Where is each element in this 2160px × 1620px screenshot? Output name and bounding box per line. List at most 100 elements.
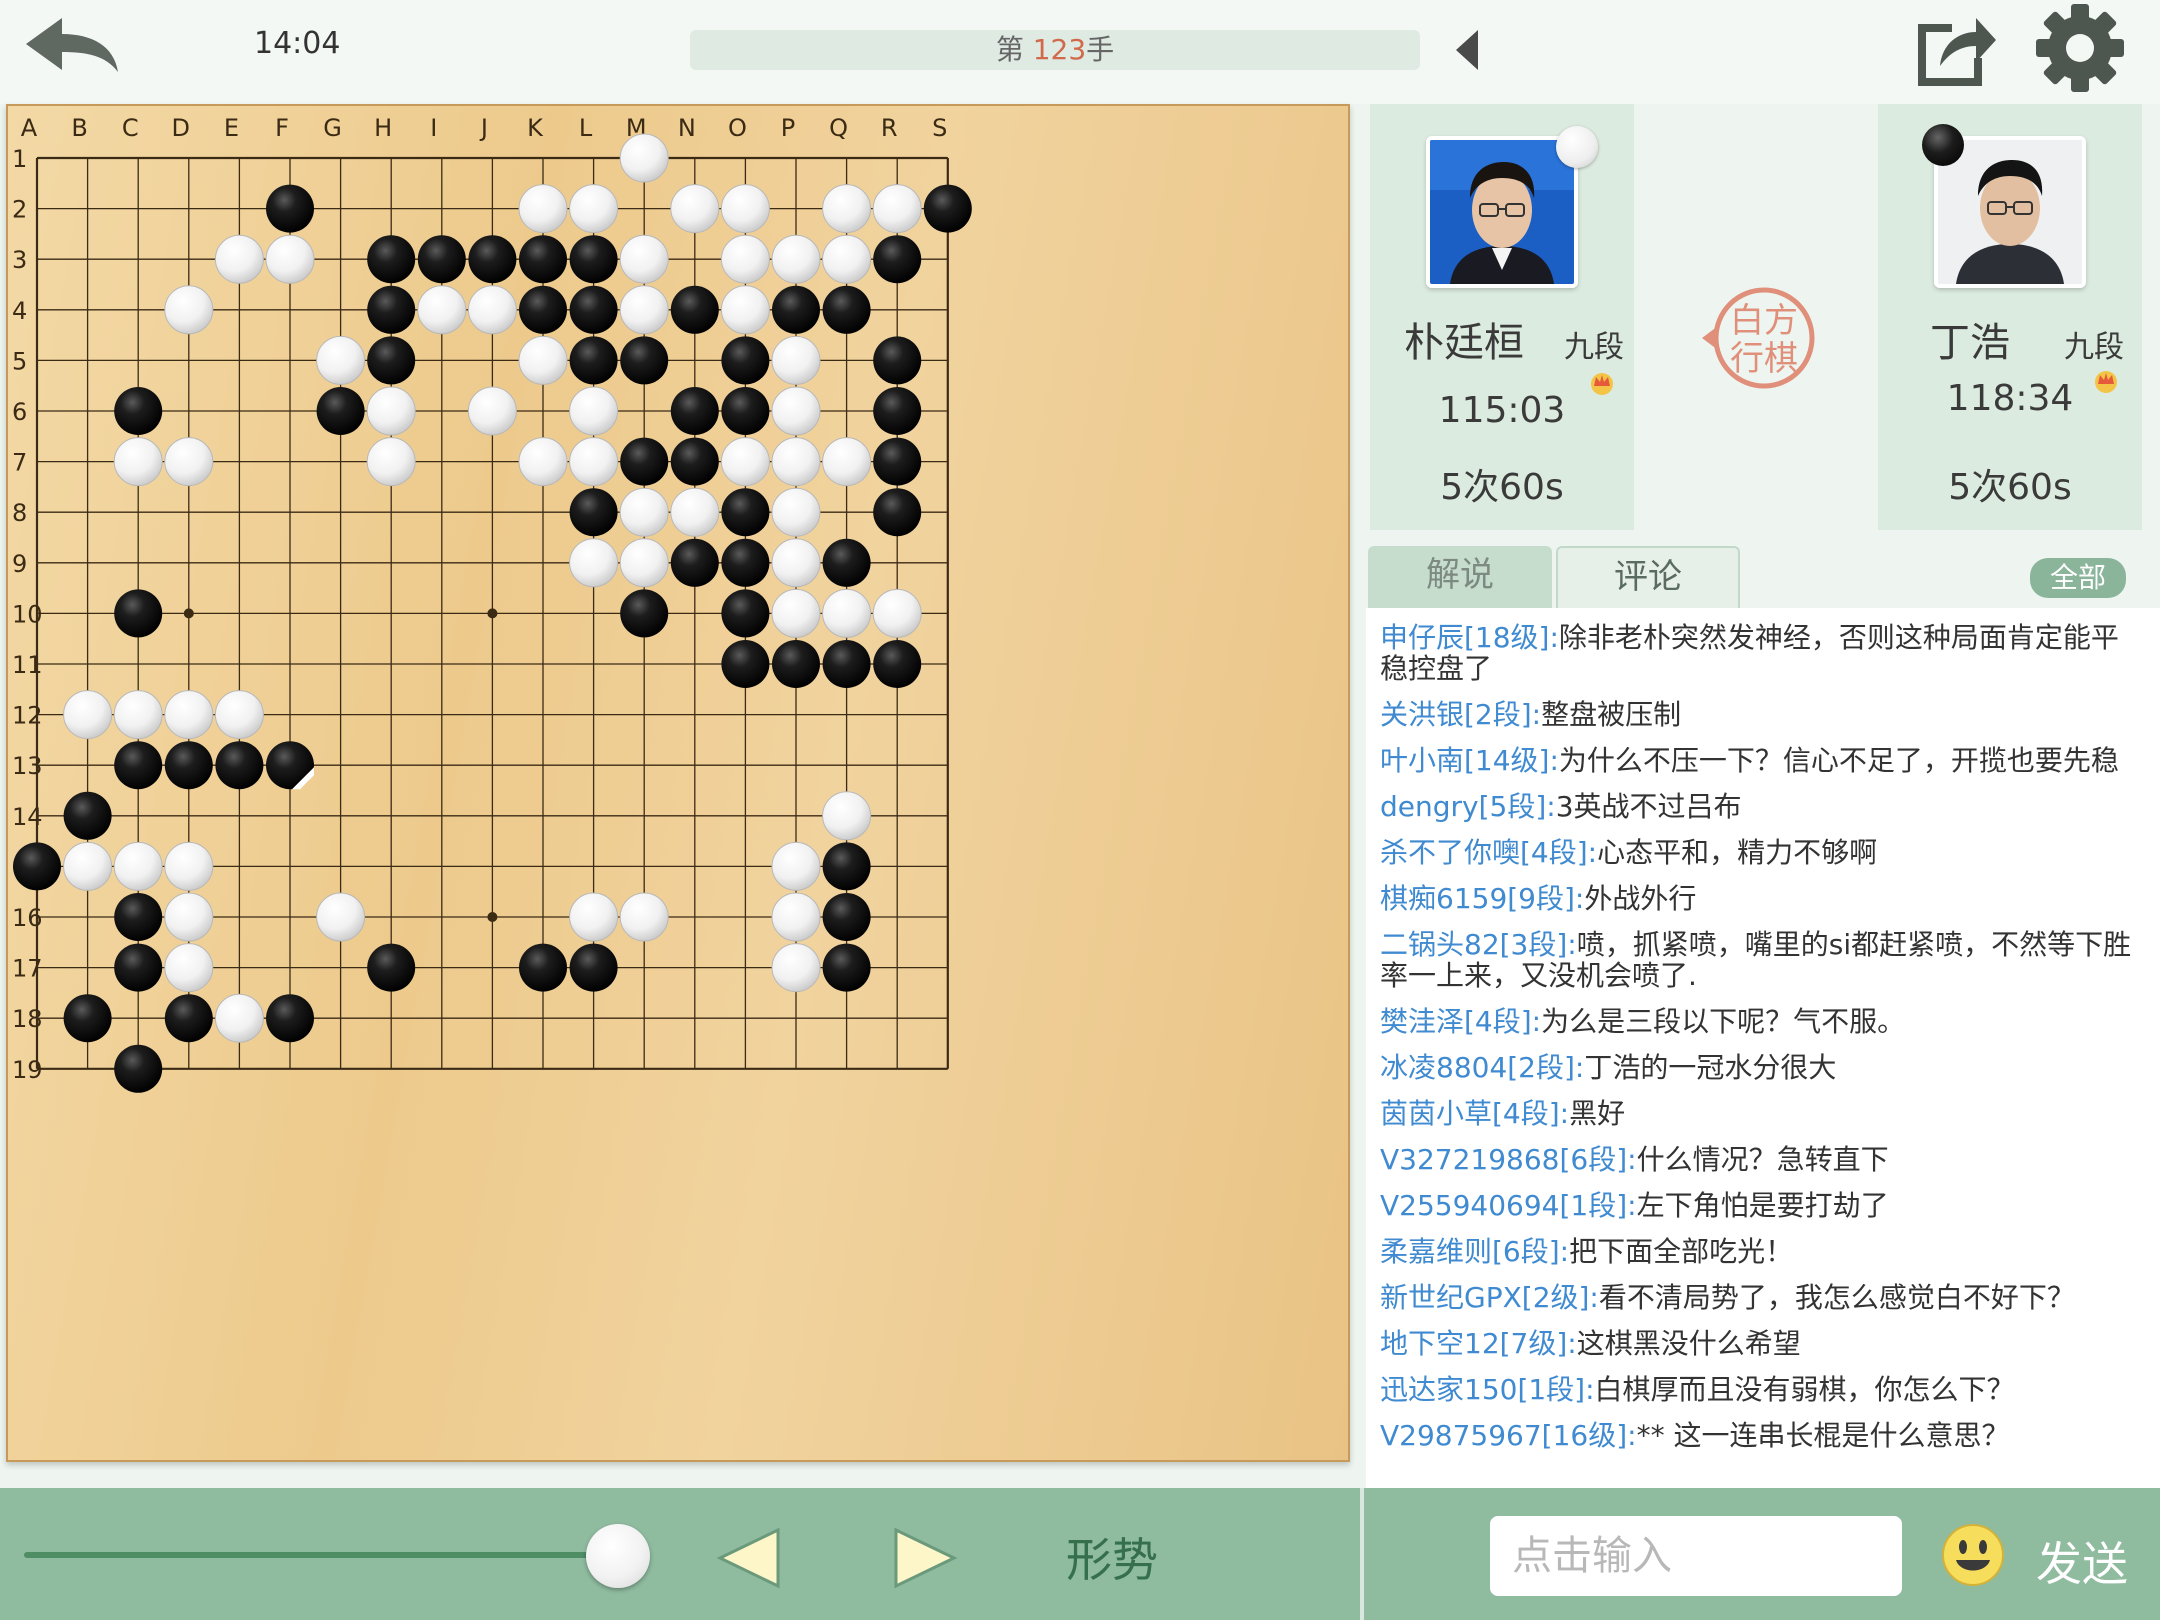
tab-commentary[interactable]: 解说 xyxy=(1368,546,1552,608)
white-stone xyxy=(619,487,669,537)
comment-username[interactable]: V327219868[6段]: xyxy=(1380,1143,1637,1176)
black-stone xyxy=(468,235,517,284)
prev-move-button[interactable] xyxy=(714,1526,784,1590)
comment-username[interactable]: 迅达家150[1段]: xyxy=(1380,1373,1595,1406)
collapse-button[interactable] xyxy=(1452,28,1482,72)
triangle-left-icon xyxy=(716,1527,780,1589)
comments-list[interactable]: 申仔辰[18级]:除非老朴突然发神经，否则这种局面肯定能平稳控盘了 关洪银[2段]… xyxy=(1366,608,2160,1488)
comment-text: 整盘被压制 xyxy=(1541,698,1682,731)
back-button[interactable] xyxy=(22,14,122,76)
comment-username[interactable]: 关洪银[2段]: xyxy=(1380,698,1541,731)
comment-text: 心态平和，精力不够啊 xyxy=(1597,836,1878,869)
white-stone xyxy=(720,285,770,335)
turn-stamp-line2: 行棋 xyxy=(1730,339,1798,379)
white-stone xyxy=(822,437,872,487)
black-stone xyxy=(367,336,416,385)
column-label: A xyxy=(21,114,38,142)
black-stone xyxy=(670,387,719,435)
comment-text: 看不清局势了，我怎么感觉白不好下？ xyxy=(1598,1281,2075,1314)
white-stone xyxy=(771,538,821,588)
black-player-name: 丁浩 xyxy=(1930,320,2010,366)
black-stone xyxy=(164,994,213,1043)
comment-username[interactable]: 新世纪GPX[2级]: xyxy=(1380,1281,1599,1314)
column-label: H xyxy=(374,114,392,142)
move-slider-track[interactable] xyxy=(24,1552,614,1558)
comment-item: 叶小南[14级]:为什么不压一下？信心不足了，开揽也要先稳 xyxy=(1380,745,2146,776)
comment-text: 黑好 xyxy=(1569,1097,1626,1130)
comment-text: 这棋黑没什么希望 xyxy=(1576,1327,1801,1360)
white-stone xyxy=(214,690,264,740)
comment-username[interactable]: 叶小南[14级]: xyxy=(1380,744,1559,777)
black-stone xyxy=(417,235,466,284)
comment-username[interactable]: 申仔辰[18级]: xyxy=(1380,621,1559,654)
comment-username[interactable]: V29875967[16级]: xyxy=(1380,1419,1637,1452)
filter-all-button[interactable]: 全部 xyxy=(2030,558,2126,598)
comment-username[interactable]: dengry[5段]: xyxy=(1380,790,1556,823)
move-suffix: 手 xyxy=(1086,33,1115,66)
board-canvas[interactable]: ABCDEFGHIJKLMNOPQRS123456789101112131415… xyxy=(8,106,1352,1464)
white-player-avatar xyxy=(1426,136,1578,288)
smiley-icon xyxy=(1942,1524,2004,1586)
comment-username[interactable]: V255940694[1段]: xyxy=(1380,1189,1637,1222)
white-stone xyxy=(164,892,214,942)
black-stone xyxy=(569,235,618,284)
white-stone xyxy=(113,437,163,487)
white-stone xyxy=(670,487,720,537)
next-move-button[interactable] xyxy=(890,1526,960,1590)
white-stone xyxy=(720,184,770,234)
black-player-rank: 九段 xyxy=(2064,330,2124,365)
black-stone xyxy=(215,741,264,790)
white-stone xyxy=(214,993,264,1043)
comment-text: 3英战不过吕布 xyxy=(1555,790,1742,823)
comment-username[interactable]: 冰凌8804[2段]: xyxy=(1380,1051,1584,1084)
comment-username[interactable]: 茵茵小草[4段]: xyxy=(1380,1097,1569,1130)
comment-username[interactable]: 地下空12[7级]: xyxy=(1380,1327,1577,1360)
white-stone xyxy=(771,335,821,385)
tab-comments[interactable]: 评论 xyxy=(1556,546,1740,608)
comment-username[interactable]: 棋痴6159[9段]: xyxy=(1380,882,1584,915)
settings-button[interactable] xyxy=(2034,2,2126,94)
triangle-left-icon xyxy=(1456,30,1478,70)
comment-item: 冰凌8804[2段]:丁浩的一冠水分很大 xyxy=(1380,1052,2146,1083)
black-stone xyxy=(721,538,770,587)
row-label: 11 xyxy=(12,651,43,679)
playback-controls: 形势 xyxy=(0,1488,1360,1620)
move-slider-thumb[interactable] xyxy=(586,1524,650,1588)
share-button[interactable] xyxy=(1912,8,1998,88)
black-stone xyxy=(114,1044,163,1093)
send-button[interactable]: 发送 xyxy=(2036,1528,2128,1594)
black-stone xyxy=(873,387,922,435)
emoji-button[interactable] xyxy=(1940,1522,2006,1588)
comment-username[interactable]: 柔嘉维则[6段]: xyxy=(1380,1235,1569,1268)
chat-input[interactable] xyxy=(1490,1516,1902,1596)
column-label: J xyxy=(479,114,488,142)
turn-indicator-stamp: 白方 行棋 xyxy=(1696,284,1826,394)
black-stone xyxy=(873,488,922,537)
row-label: 6 xyxy=(12,398,27,426)
black-stone xyxy=(367,235,416,284)
comment-username[interactable]: 杀不了你噢[4段]: xyxy=(1380,836,1597,869)
black-stone xyxy=(114,893,163,941)
column-label: O xyxy=(728,114,747,142)
white-stone xyxy=(113,690,163,740)
white-stone xyxy=(164,841,214,891)
column-label: D xyxy=(172,114,190,142)
black-stone xyxy=(670,437,719,486)
black-stone xyxy=(569,285,618,334)
comment-username[interactable]: 二锅头82[3段]: xyxy=(1380,928,1577,961)
comment-text: 为什么不压一下？信心不足了，开揽也要先稳 xyxy=(1558,744,2119,777)
column-label: Q xyxy=(829,114,848,142)
comment-item: 迅达家150[1段]:白棋厚而且没有弱棋，你怎么下？ xyxy=(1380,1374,2146,1405)
comment-username[interactable]: 樊洼泽[4段]: xyxy=(1380,1005,1541,1038)
comment-text: ** 这一连串长棍是什么意思？ xyxy=(1636,1419,2010,1452)
comment-item: V255940694[1段]:左下角怕是要打劫了 xyxy=(1380,1190,2146,1221)
position-analysis-button[interactable]: 形势 xyxy=(1066,1524,1158,1590)
triangle-right-icon xyxy=(894,1527,958,1589)
white-stone xyxy=(316,892,366,942)
white-player-rank: 九段 xyxy=(1564,330,1624,365)
comment-item: 新世纪GPX[2级]:看不清局势了，我怎么感觉白不好下？ xyxy=(1380,1282,2146,1313)
go-board[interactable]: ABCDEFGHIJKLMNOPQRS123456789101112131415… xyxy=(6,104,1350,1462)
black-stone xyxy=(114,741,163,790)
black-stone xyxy=(569,943,618,992)
white-stone xyxy=(417,285,467,335)
